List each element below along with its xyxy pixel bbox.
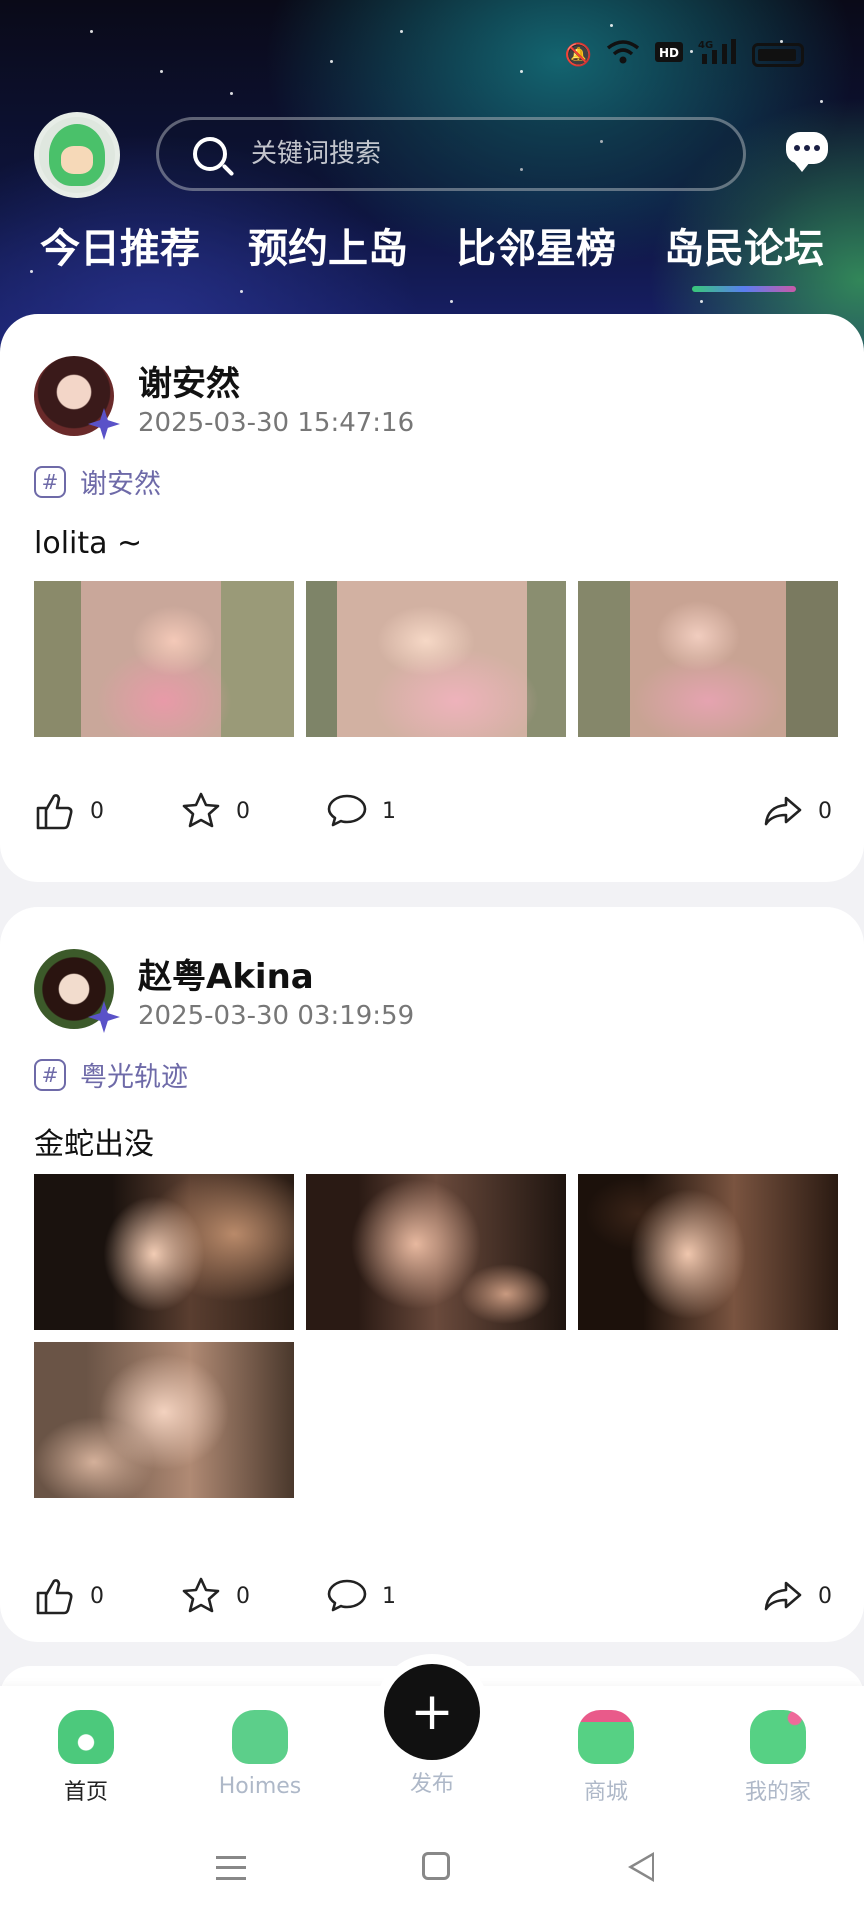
comment-button[interactable]: 1	[326, 790, 396, 832]
like-count: 0	[90, 798, 104, 824]
my-avatar[interactable]	[34, 112, 120, 198]
post-time: 2025-03-30 15:47:16	[138, 408, 415, 438]
share-icon	[764, 1581, 802, 1611]
nav-myhome[interactable]: 我的家	[718, 1710, 838, 1806]
publish-label: 发布	[409, 1772, 454, 1797]
comment-icon	[327, 1579, 367, 1612]
nav-mall[interactable]: 商城	[546, 1710, 666, 1806]
tab-forum[interactable]: 岛民论坛	[664, 216, 824, 292]
favorite-button[interactable]: 0	[180, 1575, 326, 1617]
thumbs-up-icon	[36, 1579, 73, 1615]
signal-icon: 4G	[698, 38, 738, 72]
topic-label: 粤光轨迹	[80, 1062, 188, 1093]
nav-myhome-label: 我的家	[744, 1780, 811, 1805]
comment-count: 1	[382, 1583, 396, 1609]
nav-mall-label: 商城	[583, 1780, 628, 1805]
like-count: 0	[90, 1583, 104, 1609]
share-count: 0	[818, 1583, 832, 1609]
post-image[interactable]	[578, 1174, 838, 1330]
menu-icon[interactable]	[216, 1856, 246, 1880]
favorite-button[interactable]: 0	[180, 790, 326, 832]
post-image[interactable]	[306, 581, 566, 737]
user-name[interactable]: 谢安然	[138, 356, 240, 405]
post-image[interactable]	[34, 581, 294, 737]
tab-reserve[interactable]: 预约上岛	[248, 216, 408, 288]
header: 🔕 HD 4G 今日推荐 预约上岛 比邻星榜 岛民论坛	[0, 0, 864, 360]
tab-ranking[interactable]: 比邻星榜	[456, 216, 616, 288]
star-icon	[182, 1577, 220, 1613]
search-icon	[193, 137, 227, 171]
post-actions: 0 0 1 0	[34, 790, 832, 832]
comment-button[interactable]: 1	[326, 1575, 396, 1617]
topic-label: 谢安然	[80, 469, 161, 500]
wifi-icon	[606, 39, 640, 71]
thumbs-up-icon	[36, 794, 73, 830]
share-button[interactable]: 0	[762, 790, 832, 832]
message-icon[interactable]	[786, 132, 828, 172]
post-image[interactable]	[306, 1174, 566, 1330]
nav-hoimes[interactable]: Hoimes	[200, 1710, 320, 1799]
plus-icon: +	[410, 1682, 454, 1742]
top-tabs: 今日推荐 预约上岛 比邻星榜 岛民论坛	[0, 216, 864, 292]
hashtag-icon: #	[34, 465, 66, 498]
like-button[interactable]: 0	[34, 790, 180, 832]
post-actions: 0 0 1 0	[34, 1575, 832, 1617]
gift-frog-icon	[578, 1710, 634, 1764]
svg-text:HD: HD	[659, 46, 679, 60]
svg-text:4G: 4G	[698, 40, 713, 51]
nav-hoimes-label: Hoimes	[218, 1774, 302, 1799]
nav-home-label: 首页	[63, 1780, 108, 1805]
post-image[interactable]	[578, 581, 838, 737]
share-button[interactable]: 0	[762, 1575, 832, 1617]
favorite-count: 0	[236, 1583, 250, 1609]
post-card[interactable]: 谢安然 2025-03-30 15:47:16 # 谢安然 lolita ~ 0…	[0, 314, 864, 882]
home-frog-icon	[58, 1710, 114, 1764]
avatar-character-icon	[49, 124, 105, 186]
search-input[interactable]	[251, 139, 691, 169]
post-text: 金蛇出没	[34, 1127, 154, 1162]
post-image[interactable]	[34, 1174, 294, 1330]
topic-tag[interactable]: # 谢安然	[34, 462, 161, 501]
hashtag-icon: #	[34, 1058, 66, 1091]
battery-icon	[752, 43, 804, 67]
hoimes-frog-icon	[232, 1710, 288, 1764]
publish-button[interactable]: +	[384, 1664, 480, 1760]
share-count: 0	[818, 798, 832, 824]
like-button[interactable]: 0	[34, 1575, 180, 1617]
status-bar: 🔕 HD 4G	[565, 38, 804, 72]
comment-count: 1	[382, 798, 396, 824]
favorite-count: 0	[236, 798, 250, 824]
search-bar[interactable]	[156, 117, 746, 191]
share-icon	[764, 796, 802, 826]
topic-tag[interactable]: # 粤光轨迹	[34, 1055, 188, 1094]
post-time: 2025-03-30 03:19:59	[138, 1001, 415, 1031]
hd-icon: HD	[654, 41, 684, 69]
mute-icon: 🔕	[564, 42, 592, 68]
user-name[interactable]: 赵粤Akina	[138, 949, 314, 998]
nav-home[interactable]: 首页	[26, 1710, 146, 1806]
post-text: lolita ~	[34, 526, 143, 561]
post-card[interactable]: 赵粤Akina 2025-03-30 03:19:59 # 粤光轨迹 金蛇出没 …	[0, 907, 864, 1642]
back-icon[interactable]	[628, 1852, 654, 1882]
post-image[interactable]	[34, 1342, 294, 1498]
tab-recommend[interactable]: 今日推荐	[40, 216, 200, 288]
comment-icon	[327, 794, 367, 827]
myhome-frog-icon	[750, 1710, 806, 1764]
system-nav-bar	[0, 1848, 864, 1888]
star-icon	[182, 792, 220, 828]
home-icon[interactable]	[422, 1852, 450, 1880]
